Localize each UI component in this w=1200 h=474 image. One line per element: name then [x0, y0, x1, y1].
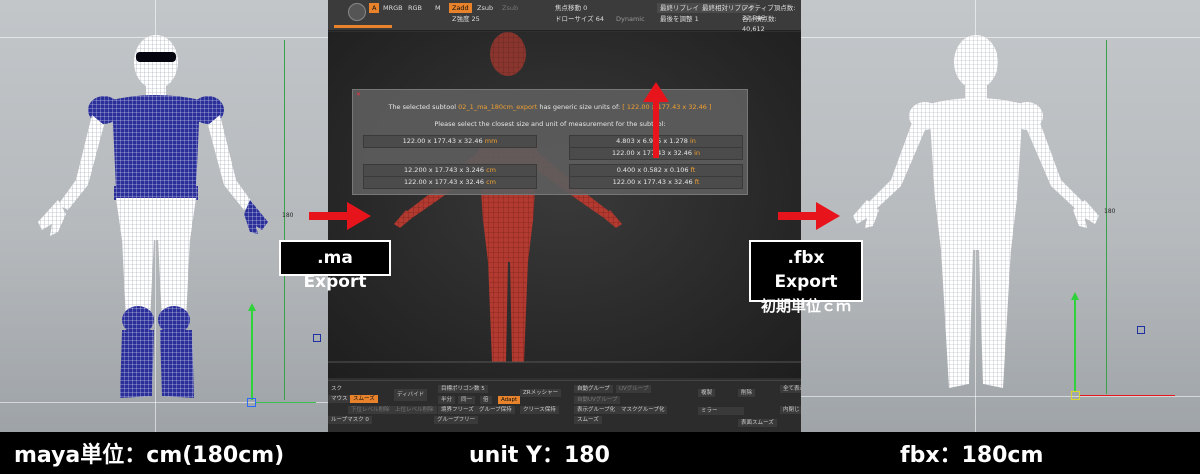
- subtool-units-dialog: ✕ The selected subtool 02_1_ma_180cm_exp…: [352, 89, 748, 195]
- same-button[interactable]: 同一: [458, 396, 476, 404]
- mode-a-toggle[interactable]: A: [369, 3, 380, 13]
- delete-button[interactable]: 削除: [738, 389, 756, 397]
- zbrush-bottom-palette: スク マウス スムーズ ループマスク 0 下位レベル削除 上位レベル削除 ディバ…: [328, 380, 801, 432]
- zbrush-canvas[interactable]: ✕ The selected subtool 02_1_ma_180cm_exp…: [328, 32, 801, 378]
- subtool-name: 02_1_ma_180cm_export: [458, 103, 538, 111]
- maya-wireframe-figure: [38, 35, 268, 398]
- zremesher-button[interactable]: ZRメッシャー: [520, 389, 562, 397]
- fbx-viewport: 180: [801, 0, 1200, 432]
- zsub-toggle[interactable]: Zsub: [474, 3, 496, 13]
- rgb-toggle[interactable]: RGB: [405, 3, 425, 13]
- unit-y-caption: unit Y：180: [469, 443, 610, 468]
- fbx-initial-unit: 初期単位ｃｍ: [760, 297, 851, 315]
- dialog-prefix: The selected subtool: [388, 103, 457, 111]
- dialog-instruction: Please select the closest size and unit …: [434, 120, 666, 128]
- maya-viewport: 180: [0, 0, 328, 432]
- border-freeze-toggle[interactable]: 境界フリーズ: [438, 406, 477, 414]
- total-points-readout: 合計頂点数: 40,612: [742, 15, 777, 33]
- lower-res-button[interactable]: 下位レベル削除: [348, 406, 393, 414]
- mrgb-toggle[interactable]: MRGB: [380, 3, 406, 13]
- double-button[interactable]: 倍: [480, 396, 492, 404]
- brush-thumbnail[interactable]: [348, 3, 366, 21]
- dialog-message: The selected subtool 02_1_ma_180cm_expor…: [353, 103, 747, 111]
- focal-shift-slider[interactable]: 焦点移動 0: [552, 3, 590, 13]
- uv-group-button[interactable]: UVグループ: [616, 385, 652, 393]
- zadd-toggle[interactable]: Zadd: [449, 3, 472, 13]
- red-right-arrow-icon: [309, 202, 371, 230]
- fbx-caption: fbx：180cm: [900, 443, 1044, 468]
- adjust-last-slider[interactable]: 最後を調整 1: [657, 14, 702, 24]
- mask-label: スク: [331, 386, 343, 392]
- zsub-alt-toggle[interactable]: Zsub: [499, 3, 521, 13]
- unit-option-cm[interactable]: 122.00 x 177.43 x 32.46 cm: [363, 176, 537, 189]
- copy-button[interactable]: 複製: [698, 389, 716, 397]
- red-right-arrow-icon: [778, 202, 840, 230]
- mask-group-button[interactable]: マスクグループ化: [618, 406, 668, 414]
- progress-bar: [334, 25, 392, 28]
- zbrush-window: A MRGB RGB M Zadd Zsub Zsub Z強度 25 焦点移動 …: [328, 0, 801, 432]
- best-replay-button[interactable]: 最終リプレイ: [657, 3, 702, 13]
- group-free-toggle[interactable]: グループフリー: [434, 416, 479, 424]
- dialog-mid: has generic size units of:: [539, 103, 621, 111]
- fbx-wireframe-figure: [853, 35, 1099, 388]
- adapt-toggle[interactable]: Adapt: [498, 396, 521, 404]
- ma-export-label: .ma Export: [279, 240, 391, 292]
- half-button[interactable]: 半分: [438, 396, 456, 404]
- unit-option-mm[interactable]: 122.00 x 177.43 x 32.46 mm: [363, 135, 537, 148]
- mirror-button[interactable]: ミラー: [698, 407, 744, 415]
- fbx-export-label: .fbx Export 初期単位ｃｍ: [749, 240, 863, 315]
- maya-caption: maya単位：cm(180cm): [14, 443, 285, 468]
- divide-button[interactable]: ディバイド: [394, 389, 428, 401]
- auto-group-button[interactable]: 自動グループ: [574, 385, 613, 393]
- z-intensity-slider[interactable]: Z強度 25: [449, 14, 483, 24]
- display-smooth-slider[interactable]: 表面スムーズ: [738, 419, 777, 427]
- target-poly-slider[interactable]: 目標ポリゴン数 5: [438, 385, 488, 393]
- mask-mouse-toggle[interactable]: マウス: [328, 395, 351, 403]
- zbrush-red-figure: [328, 32, 801, 363]
- fbx-export-title: .fbx Export: [774, 248, 838, 292]
- group-keep-toggle[interactable]: グループ保持: [476, 406, 515, 414]
- auto-uv-group-button[interactable]: 自動UVグループ: [574, 396, 621, 404]
- inner-close-button[interactable]: 内閉じ: [780, 406, 801, 414]
- show-all-button[interactable]: 全て表示: [780, 385, 801, 393]
- unit-option-ft[interactable]: 122.00 x 177.43 x 32.46 ft: [569, 176, 743, 189]
- zbrush-top-bar: A MRGB RGB M Zadd Zsub Zsub Z強度 25 焦点移動 …: [328, 0, 801, 33]
- upper-res-button[interactable]: 上位レベル削除: [392, 406, 437, 414]
- group-mask-slider[interactable]: ループマスク 0: [328, 416, 372, 424]
- crease-keep-toggle[interactable]: クリース保持: [520, 406, 559, 414]
- m-toggle[interactable]: M: [432, 3, 444, 13]
- smooth-slider[interactable]: スムーズ: [574, 416, 602, 424]
- smooth-toggle[interactable]: スムーズ: [350, 395, 378, 403]
- close-icon[interactable]: ✕: [356, 91, 361, 98]
- active-points-readout: アクティブ頂点数: 32,546: [742, 4, 796, 22]
- red-up-arrow-icon: [643, 82, 669, 158]
- dynamic-toggle[interactable]: Dynamic: [613, 14, 648, 24]
- display-group-button[interactable]: 表示グループ化: [574, 406, 619, 414]
- draw-size-slider[interactable]: ドローサイズ 64: [552, 14, 607, 24]
